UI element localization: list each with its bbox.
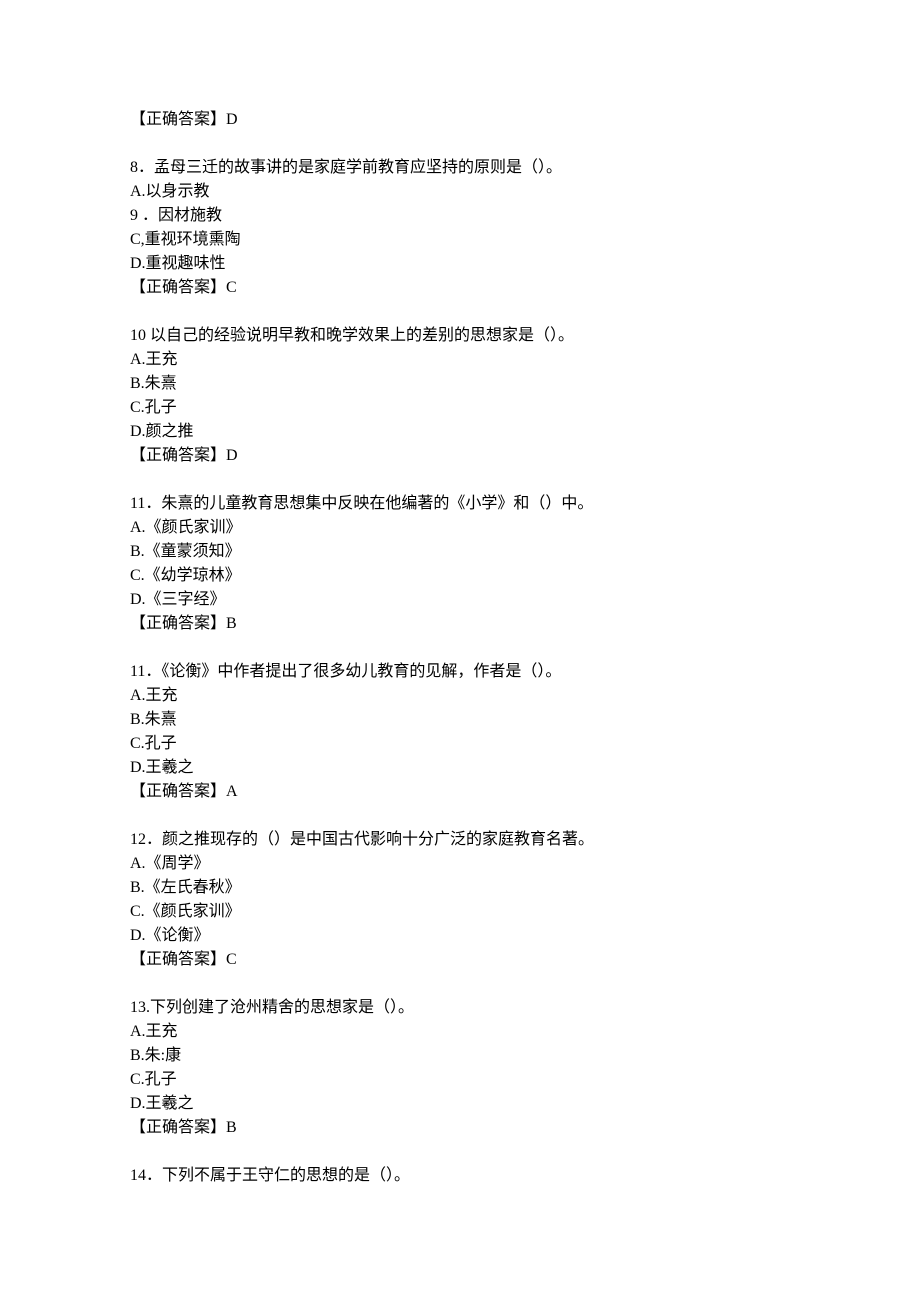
document-page: 【正确答案】D 8．孟母三迁的故事讲的是家庭学前教育应坚持的原则是（）。 A.以… (0, 0, 920, 1301)
question-text: ．下列不属于王守仁的思想的是（）。 (146, 1167, 410, 1184)
question-text: ．朱熹的儿童教育思想集中反映在他编著的《小学》和（）中。 (145, 495, 593, 512)
question-text: ．孟母三迁的故事讲的是家庭学前教育应坚持的原则是（）。 (138, 159, 562, 176)
question-block: 11．朱熹的儿童教育思想集中反映在他编著的《小学》和（）中。 A.《颜氏家训》 … (130, 492, 790, 636)
question-number: 11 (130, 495, 145, 512)
question-text: ．《论衡》中作者提出了很多幼儿教育的见解，作者是（）。 (145, 663, 561, 680)
question-answer: 【正确答案】B (130, 612, 790, 636)
question-option: C.孔子 (130, 732, 790, 756)
question-option: D.《论衡》 (130, 924, 790, 948)
question-option: A.《颜氏家训》 (130, 516, 790, 540)
question-option: B.朱熹 (130, 372, 790, 396)
question-text: 以自己的经验说明早教和晚学效果上的差别的思想家是（）。 (146, 327, 574, 344)
question-number: 13. (130, 999, 150, 1016)
question-option: A.王充 (130, 1020, 790, 1044)
question-stem: 11．朱熹的儿童教育思想集中反映在他编著的《小学》和（）中。 (130, 492, 790, 516)
question-block: 8．孟母三迁的故事讲的是家庭学前教育应坚持的原则是（）。 A.以身示教 9 ．因… (130, 156, 790, 300)
question-option: B.朱熹 (130, 708, 790, 732)
question-answer: 【正确答案】A (130, 780, 790, 804)
question-number: 10 (130, 327, 146, 344)
question-option: C,重视环境熏陶 (130, 228, 790, 252)
question-stem: 10 以自己的经验说明早教和晚学效果上的差别的思想家是（）。 (130, 324, 790, 348)
question-option: C.孔子 (130, 396, 790, 420)
question-text: 下列创建了沧州精舍的思想家是（）。 (150, 999, 414, 1016)
question-stem: 12．颜之推现存的（）是中国古代影响十分广泛的家庭教育名著。 (130, 828, 790, 852)
question-block: 10 以自己的经验说明早教和晚学效果上的差别的思想家是（）。 A.王充 B.朱熹… (130, 324, 790, 468)
question-number: 14 (130, 1167, 146, 1184)
question-option: D.重视趣味性 (130, 252, 790, 276)
question-block: 12．颜之推现存的（）是中国古代影响十分广泛的家庭教育名著。 A.《周学》 B.… (130, 828, 790, 972)
question-number: 11 (130, 663, 145, 680)
question-block: 14．下列不属于王守仁的思想的是（）。 (130, 1164, 790, 1188)
question-option: 9 ．因材施教 (130, 204, 790, 228)
question-answer: 【正确答案】C (130, 276, 790, 300)
question-option: D.王羲之 (130, 1092, 790, 1116)
question-option: B.《童蒙须知》 (130, 540, 790, 564)
question-option: A.以身示教 (130, 180, 790, 204)
question-option: B.《左氏春秋》 (130, 876, 790, 900)
question-option: D.颜之推 (130, 420, 790, 444)
question-stem: 14．下列不属于王守仁的思想的是（）。 (130, 1164, 790, 1188)
question-option: A.《周学》 (130, 852, 790, 876)
leading-answer: 【正确答案】D (130, 108, 790, 132)
question-block: 11．《论衡》中作者提出了很多幼儿教育的见解，作者是（）。 A.王充 B.朱熹 … (130, 660, 790, 804)
question-number: 8 (130, 159, 138, 176)
question-answer: 【正确答案】C (130, 948, 790, 972)
question-option: C.《颜氏家训》 (130, 900, 790, 924)
question-option: A.王充 (130, 348, 790, 372)
question-number: 12 (130, 831, 146, 848)
question-option: C.孔子 (130, 1068, 790, 1092)
question-stem: 11．《论衡》中作者提出了很多幼儿教育的见解，作者是（）。 (130, 660, 790, 684)
question-option: A.王充 (130, 684, 790, 708)
question-option: D.《三字经》 (130, 588, 790, 612)
question-option: D.王羲之 (130, 756, 790, 780)
question-option: C.《幼学琼林》 (130, 564, 790, 588)
question-block: 13.下列创建了沧州精舍的思想家是（）。 A.王充 B.朱:康 C.孔子 D.王… (130, 996, 790, 1140)
question-answer: 【正确答案】D (130, 444, 790, 468)
question-stem: 8．孟母三迁的故事讲的是家庭学前教育应坚持的原则是（）。 (130, 156, 790, 180)
question-option: B.朱:康 (130, 1044, 790, 1068)
question-stem: 13.下列创建了沧州精舍的思想家是（）。 (130, 996, 790, 1020)
question-answer: 【正确答案】B (130, 1116, 790, 1140)
question-text: ．颜之推现存的（）是中国古代影响十分广泛的家庭教育名著。 (146, 831, 594, 848)
